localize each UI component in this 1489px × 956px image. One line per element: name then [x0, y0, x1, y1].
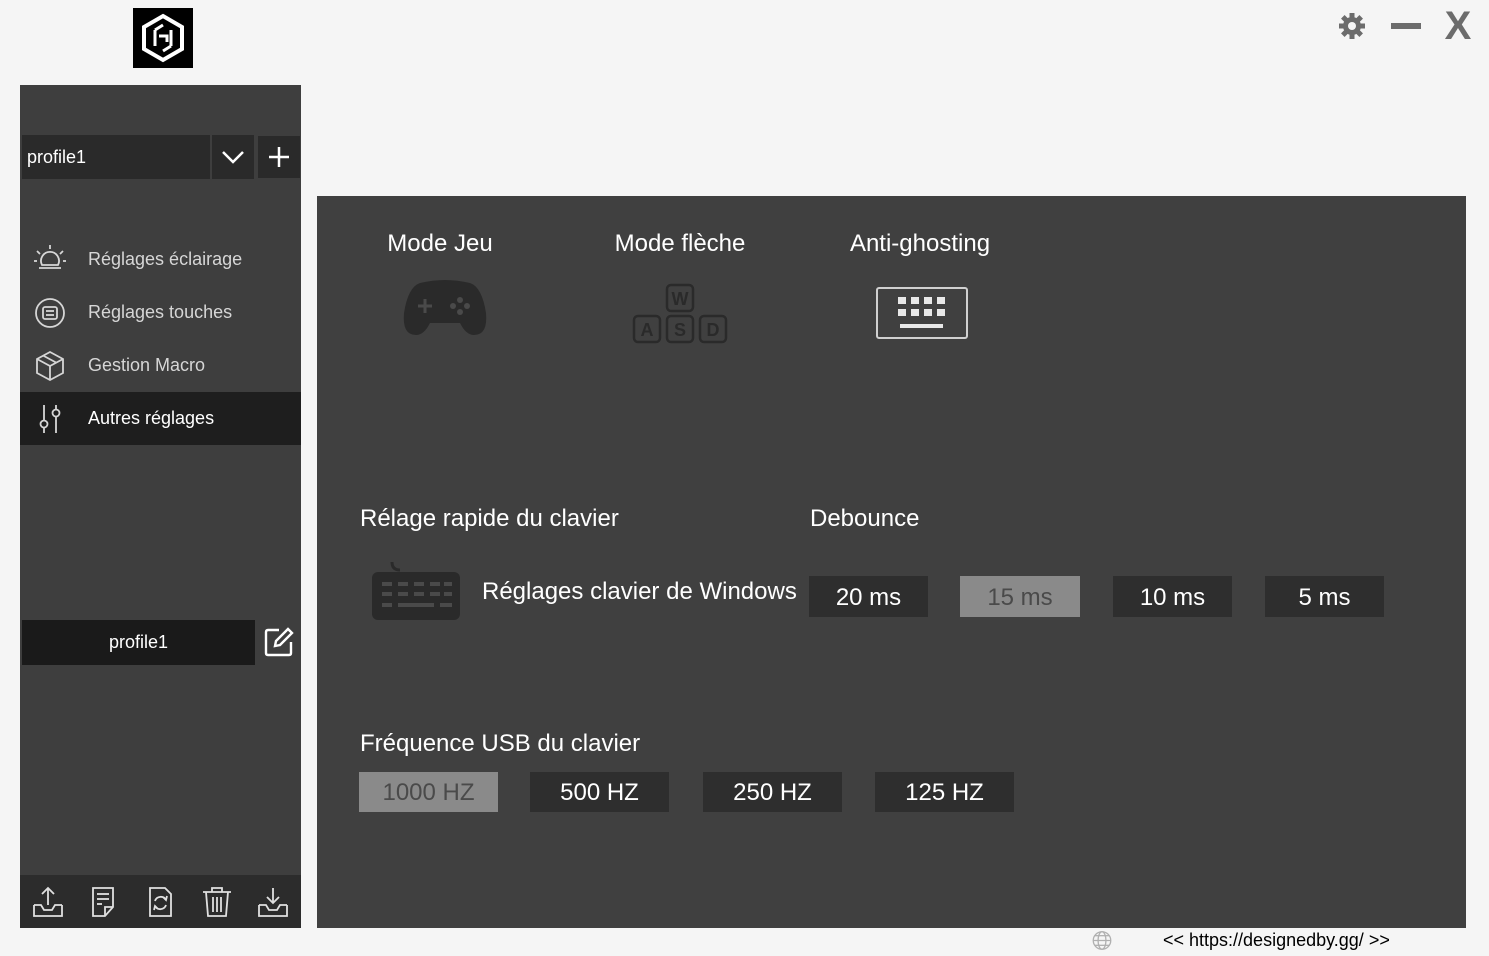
gear-icon	[1339, 13, 1365, 39]
profile-select[interactable]: profile1	[22, 135, 210, 179]
usb-frequency-title: Fréquence USB du clavier	[360, 730, 641, 757]
add-profile-button[interactable]	[258, 136, 300, 178]
reset-button[interactable]	[140, 882, 180, 922]
sidebar-toolbar	[20, 875, 301, 928]
cube-icon	[33, 349, 67, 383]
sidebar-item-other-settings[interactable]: Autres réglages	[20, 392, 301, 445]
sidebar-item-keys[interactable]: Réglages touches	[20, 286, 301, 339]
sidebar-item-label: Réglages éclairage	[88, 249, 243, 269]
keyboard-icon	[372, 561, 460, 620]
edit-icon	[264, 627, 294, 657]
app-logo	[133, 8, 193, 68]
minimize-button[interactable]	[1386, 8, 1426, 44]
quick-settings-title: Rélage rapide du clavier	[360, 505, 619, 532]
document-icon	[92, 886, 115, 917]
debounce-20ms-button[interactable]: 20 ms	[809, 576, 928, 617]
close-button[interactable]: X	[1438, 4, 1478, 48]
svg-text:S: S	[674, 320, 686, 340]
sidebar-item-label: Réglages touches	[88, 302, 233, 322]
svg-text:W: W	[672, 289, 689, 309]
import-button[interactable]	[253, 882, 293, 922]
gamepad-icon	[403, 280, 487, 335]
svg-text:A: A	[641, 320, 654, 340]
settings-button[interactable]	[1334, 8, 1370, 44]
wasd-keys-icon: W A S D	[632, 283, 728, 344]
usb-125hz-button[interactable]: 125 HZ	[875, 772, 1014, 812]
chevron-down-icon	[222, 151, 244, 164]
mode-game-toggle[interactable]	[395, 270, 495, 342]
usb-1000hz-button[interactable]: 1000 HZ	[359, 772, 498, 812]
sidebar-item-label: Autres réglages	[88, 408, 215, 428]
debounce-title: Debounce	[810, 505, 920, 532]
windows-keyboard-icon-wrap[interactable]	[370, 560, 462, 622]
svg-text:D: D	[707, 320, 720, 340]
mode-arrow-toggle[interactable]: W A S D	[630, 282, 730, 346]
sidebar-item-lighting[interactable]: Réglages éclairage	[20, 233, 301, 286]
sidebar-item-label: Gestion Macro	[88, 355, 206, 375]
usb-250hz-button[interactable]: 250 HZ	[703, 772, 842, 812]
plus-icon	[269, 147, 289, 167]
mode-game-title: Mode Jeu	[387, 230, 493, 257]
minimize-icon	[1391, 23, 1421, 29]
export-button[interactable]	[28, 882, 68, 922]
keyboard-circle-icon	[33, 296, 67, 330]
globe-icon	[1092, 931, 1112, 950]
usb-500hz-button[interactable]: 500 HZ	[530, 772, 669, 812]
windows-keyboard-settings-link[interactable]: Réglages clavier de Windows	[482, 578, 797, 606]
mode-anti-ghosting-title: Anti-ghosting	[849, 230, 991, 257]
sidebar-item-macro[interactable]: Gestion Macro	[20, 339, 301, 392]
profile-dropdown-button[interactable]	[212, 135, 254, 179]
delete-button[interactable]	[197, 882, 237, 922]
designer-link[interactable]: << https://designedby.gg/ >>	[1163, 930, 1390, 951]
lightbulb-icon	[33, 243, 67, 277]
export-icon	[33, 886, 63, 917]
profile-name-field[interactable]: profile1	[22, 620, 255, 665]
document-button[interactable]	[84, 882, 124, 922]
debounce-5ms-button[interactable]: 5 ms	[1265, 576, 1384, 617]
keyboard-icon	[876, 287, 968, 339]
debounce-10ms-button[interactable]: 10 ms	[1113, 576, 1232, 617]
mode-anti-ghosting-toggle[interactable]	[872, 284, 972, 342]
sidebar	[20, 85, 301, 928]
mode-arrow-title: Mode flèche	[614, 230, 746, 257]
edit-profile-button[interactable]	[260, 623, 298, 661]
import-icon	[257, 887, 288, 917]
debounce-15ms-button[interactable]: 15 ms	[960, 576, 1080, 617]
sliders-icon	[33, 402, 67, 436]
refresh-icon	[149, 886, 173, 917]
trash-icon	[202, 886, 231, 917]
language-button[interactable]	[1090, 930, 1114, 951]
